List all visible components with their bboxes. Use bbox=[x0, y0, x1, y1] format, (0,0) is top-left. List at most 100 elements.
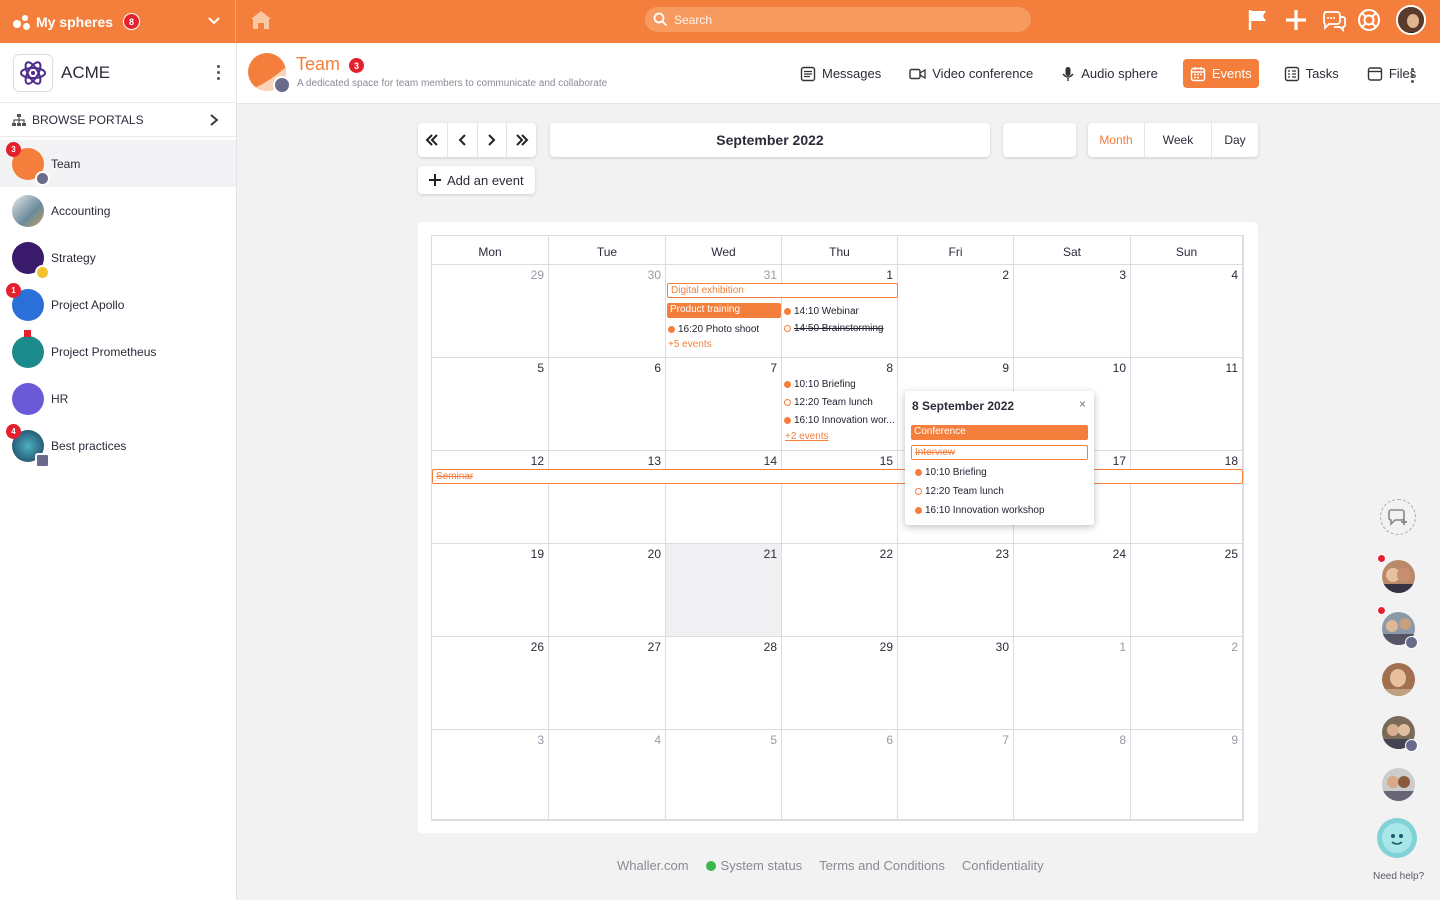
previous-month-button[interactable] bbox=[448, 123, 478, 157]
chat-icon[interactable] bbox=[1321, 8, 1347, 32]
event-webinar[interactable]: 14:10 Webinar bbox=[784, 304, 896, 318]
day-cell[interactable]: 22 bbox=[782, 544, 898, 637]
add-event-button[interactable]: Add an event bbox=[418, 166, 535, 194]
day-cell[interactable]: 12 bbox=[432, 451, 549, 544]
day-cell[interactable]: 8 bbox=[1014, 730, 1131, 820]
day-cell[interactable]: 25 bbox=[1131, 544, 1243, 637]
day-cell[interactable]: 1 bbox=[1014, 637, 1131, 730]
day-cell[interactable]: 11 bbox=[1131, 358, 1243, 451]
day-cell[interactable]: 6 bbox=[782, 730, 898, 820]
day-cell[interactable]: 23 bbox=[898, 544, 1014, 637]
header-menu-icon[interactable] bbox=[1411, 68, 1414, 83]
footer-link-confidentiality[interactable]: Confidentiality bbox=[962, 858, 1044, 873]
sphere-header: Team 3 A dedicated space for team member… bbox=[237, 43, 1440, 104]
day-cell[interactable]: 18 bbox=[1131, 451, 1243, 544]
day-cell[interactable]: 15 bbox=[782, 451, 898, 544]
event-photo-shoot[interactable]: 16:20 Photo shoot bbox=[668, 322, 780, 336]
day-cell[interactable]: 27 bbox=[549, 637, 666, 730]
new-conversation-button[interactable] bbox=[1380, 499, 1416, 535]
day-cell[interactable]: 5 bbox=[666, 730, 782, 820]
day-cell[interactable]: 29 bbox=[782, 637, 898, 730]
footer-link-whaller[interactable]: Whaller.com bbox=[617, 858, 689, 873]
sidebar-item-project-apollo[interactable]: 1 Project Apollo bbox=[0, 281, 236, 328]
event-product-training[interactable]: Product training bbox=[667, 303, 781, 318]
sidebar-item-strategy[interactable]: Strategy bbox=[0, 234, 236, 281]
day-cell[interactable]: 13 bbox=[549, 451, 666, 544]
next-month-button[interactable] bbox=[478, 123, 508, 157]
event-innovation-workshop[interactable]: 16:10 Innovation wor... bbox=[784, 413, 896, 427]
tab-video-conference[interactable]: Video conference bbox=[906, 59, 1036, 88]
sidebar-item-best-practices[interactable]: 4 Best practices bbox=[0, 422, 236, 469]
conversation-avatar[interactable] bbox=[1382, 768, 1415, 801]
day-cell[interactable]: 21 bbox=[666, 544, 782, 637]
more-events-link[interactable]: +5 events bbox=[668, 339, 712, 350]
org-menu-icon[interactable] bbox=[217, 65, 220, 80]
conversation-avatar[interactable] bbox=[1382, 663, 1415, 696]
day-cell[interactable]: 9 bbox=[1131, 730, 1243, 820]
day-cell[interactable]: 2 bbox=[898, 265, 1014, 358]
browse-portals[interactable]: BROWSE PORTALS bbox=[0, 103, 236, 137]
org-header[interactable]: ACME bbox=[0, 43, 236, 103]
sidebar-item-hr[interactable]: HR bbox=[0, 375, 236, 422]
event-seminar[interactable]: Seminar bbox=[432, 469, 1243, 484]
event-conference[interactable]: Conference bbox=[911, 425, 1088, 440]
month-view-button[interactable]: Month bbox=[1088, 123, 1145, 157]
plus-icon[interactable] bbox=[1284, 8, 1308, 32]
day-cell[interactable]: 4 bbox=[1131, 265, 1243, 358]
tab-tasks[interactable]: Tasks bbox=[1281, 59, 1342, 88]
close-icon[interactable]: × bbox=[1079, 397, 1086, 411]
tab-audio-sphere[interactable]: Audio sphere bbox=[1058, 59, 1161, 88]
day-cell[interactable]: 3 bbox=[432, 730, 549, 820]
event-brainstorming[interactable]: 14:50 Brainstorming bbox=[784, 321, 896, 335]
tab-messages[interactable]: Messages bbox=[797, 59, 884, 88]
event-team-lunch[interactable]: 12:20 Team lunch bbox=[915, 484, 1090, 498]
day-cell[interactable]: 28 bbox=[666, 637, 782, 730]
event-interview[interactable]: Interview bbox=[911, 445, 1088, 460]
event-briefing[interactable]: 10:10 Briefing bbox=[915, 465, 1090, 479]
footer-link-terms[interactable]: Terms and Conditions bbox=[819, 858, 945, 873]
day-cell[interactable]: 6 bbox=[549, 358, 666, 451]
sidebar-item-accounting[interactable]: Accounting bbox=[0, 187, 236, 234]
day-cell[interactable]: 14 bbox=[666, 451, 782, 544]
week-view-button[interactable]: Week bbox=[1145, 123, 1212, 157]
search-input[interactable] bbox=[674, 12, 1004, 27]
more-events-link[interactable]: +2 events bbox=[785, 431, 829, 442]
chevron-right-icon[interactable] bbox=[208, 113, 220, 127]
previous-year-button[interactable] bbox=[418, 123, 448, 157]
conversation-avatar[interactable] bbox=[1382, 560, 1415, 593]
tab-events[interactable]: Events bbox=[1182, 59, 1259, 88]
need-help-label[interactable]: Need help? bbox=[1373, 871, 1424, 882]
day-cell[interactable]: 30 bbox=[898, 637, 1014, 730]
day-cell[interactable]: 4 bbox=[549, 730, 666, 820]
sidebar-item-project-prometheus[interactable]: Project Prometheus bbox=[0, 328, 236, 375]
help-assistant-icon[interactable] bbox=[1377, 818, 1417, 858]
day-cell[interactable]: 2 bbox=[1131, 637, 1243, 730]
flag-icon[interactable] bbox=[1247, 8, 1269, 32]
day-cell[interactable]: 24 bbox=[1014, 544, 1131, 637]
day-cell[interactable]: 7 bbox=[666, 358, 782, 451]
search-bar[interactable] bbox=[645, 7, 1031, 32]
chevron-down-icon[interactable] bbox=[207, 14, 221, 28]
user-avatar[interactable] bbox=[1396, 5, 1426, 35]
event-briefing[interactable]: 10:10 Briefing bbox=[784, 377, 896, 391]
today-button[interactable] bbox=[1003, 123, 1076, 157]
day-view-button[interactable]: Day bbox=[1212, 123, 1258, 157]
home-icon[interactable] bbox=[249, 9, 273, 31]
next-year-button[interactable] bbox=[507, 123, 536, 157]
event-digital-exhibition[interactable]: Digital exhibition bbox=[667, 283, 898, 298]
day-cell[interactable]: 3 bbox=[1014, 265, 1131, 358]
event-innovation-workshop[interactable]: 16:10 Innovation workshop bbox=[915, 503, 1090, 517]
help-lifebuoy-icon[interactable] bbox=[1357, 8, 1381, 32]
day-cell[interactable]: 7 bbox=[898, 730, 1014, 820]
event-team-lunch[interactable]: 12:20 Team lunch bbox=[784, 395, 896, 409]
day-cell[interactable]: 30 bbox=[549, 265, 666, 358]
footer-link-status[interactable]: System status bbox=[705, 858, 802, 873]
day-cell[interactable]: 29 bbox=[432, 265, 549, 358]
day-cell[interactable]: 5 bbox=[432, 358, 549, 451]
day-cell[interactable]: 20 bbox=[549, 544, 666, 637]
day-cell[interactable]: 26 bbox=[432, 637, 549, 730]
day-cell[interactable]: 19 bbox=[432, 544, 549, 637]
my-spheres-dropdown[interactable]: My spheres 8 bbox=[0, 0, 236, 43]
sidebar-item-team[interactable]: 3 Team bbox=[0, 140, 236, 187]
day-number: 3 bbox=[537, 733, 544, 747]
